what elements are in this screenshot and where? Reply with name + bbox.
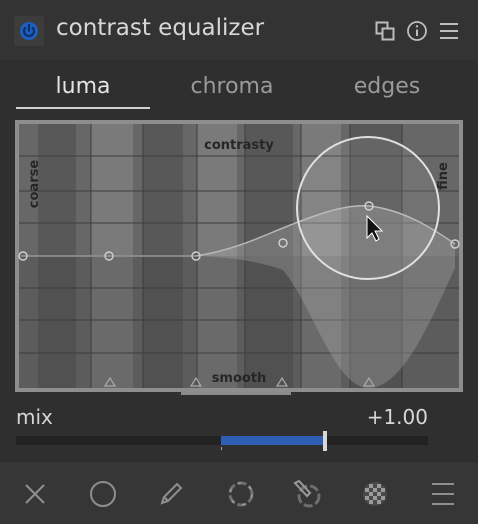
- mix-slider-zero-marker: [221, 447, 222, 450]
- circle-icon[interactable]: [88, 479, 118, 509]
- module-title: contrast equalizer: [56, 15, 265, 41]
- mix-slider-fill: [221, 436, 325, 445]
- presets-icon[interactable]: [374, 20, 396, 42]
- power-icon: [20, 22, 38, 40]
- checker-icon[interactable]: [360, 479, 390, 509]
- active-tab-indicator: [16, 107, 150, 109]
- brush-dash-icon[interactable]: [226, 479, 256, 509]
- tab-chroma[interactable]: chroma: [165, 74, 299, 99]
- pencil-icon[interactable]: [156, 479, 186, 509]
- module-header: contrast equalizer: [0, 0, 478, 60]
- label-coarse: coarse: [27, 160, 42, 209]
- mix-label: mix: [16, 405, 53, 429]
- info-icon[interactable]: [406, 20, 428, 42]
- tab-luma[interactable]: luma: [16, 74, 150, 99]
- tab-bar: luma chroma edges: [0, 62, 478, 112]
- power-button[interactable]: [14, 16, 44, 46]
- equalizer-graph[interactable]: contrasty smooth coarse fine: [15, 120, 463, 392]
- label-smooth: smooth: [212, 371, 267, 386]
- hamburger-icon[interactable]: [428, 479, 458, 509]
- label-fine: fine: [436, 162, 451, 190]
- mix-slider[interactable]: [16, 431, 428, 451]
- graph-resize-handle[interactable]: [181, 392, 291, 395]
- mix-slider-handle[interactable]: [322, 431, 327, 451]
- close-icon[interactable]: [20, 479, 50, 509]
- menu-icon[interactable]: [438, 20, 460, 42]
- label-contrasty: contrasty: [204, 138, 274, 153]
- tab-edges[interactable]: edges: [320, 74, 454, 99]
- footer-toolbar: [0, 461, 478, 524]
- pencil-brush-icon[interactable]: [292, 479, 322, 509]
- brush-circle: [296, 136, 440, 280]
- mix-value[interactable]: +1.00: [367, 405, 428, 429]
